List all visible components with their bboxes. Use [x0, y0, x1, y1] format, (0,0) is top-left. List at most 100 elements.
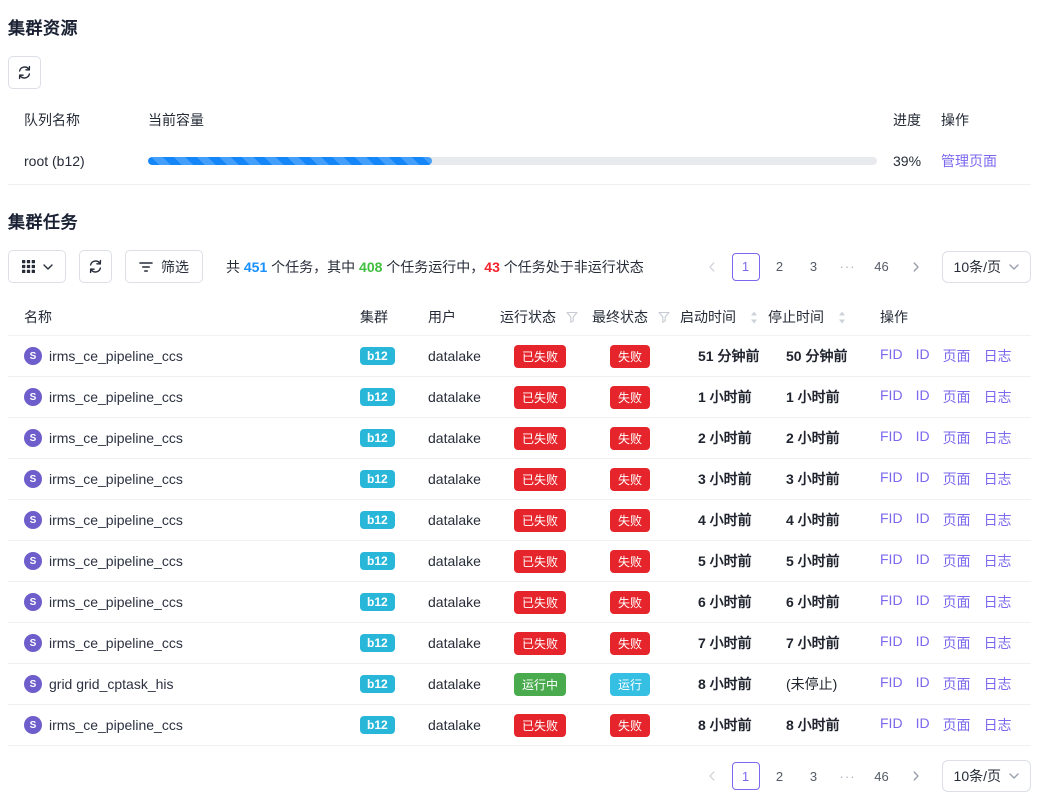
chevron-down-icon	[1009, 773, 1019, 779]
stop-time: 8 小时前	[768, 715, 880, 735]
action-link-id[interactable]: ID	[916, 428, 930, 448]
action-link-id[interactable]: ID	[916, 551, 930, 571]
pagination-next[interactable]	[902, 762, 930, 790]
task-user: datalake	[428, 635, 500, 651]
action-link-log[interactable]: 日志	[984, 469, 1012, 489]
final-status-filter-icon[interactable]	[658, 311, 670, 323]
action-link-page[interactable]: 页面	[943, 510, 971, 530]
start-time: 2 小时前	[680, 428, 768, 448]
resources-refresh-button[interactable]	[8, 56, 41, 89]
action-link-fid[interactable]: FID	[880, 551, 903, 571]
pagination-prev[interactable]	[698, 762, 726, 790]
action-link-page[interactable]: 页面	[943, 428, 971, 448]
pagination-prev[interactable]	[698, 253, 726, 281]
action-link-page[interactable]: 页面	[943, 551, 971, 571]
pagination-page-2[interactable]: 2	[766, 253, 794, 281]
action-link-fid[interactable]: FID	[880, 469, 903, 489]
action-link-page[interactable]: 页面	[943, 592, 971, 612]
task-row: Sirms_ce_pipeline_ccsb12datalake已失败失败1 小…	[8, 377, 1031, 418]
pagination-page-46[interactable]: 46	[868, 253, 896, 281]
action-link-log[interactable]: 日志	[984, 387, 1012, 407]
pagination-ellipsis[interactable]: ···	[834, 253, 862, 281]
pagination-next[interactable]	[902, 253, 930, 281]
task-row: Sirms_ce_pipeline_ccsb12datalake已失败失败7 小…	[8, 623, 1031, 664]
cluster-badge: b12	[360, 429, 395, 447]
action-link-fid[interactable]: FID	[880, 510, 903, 530]
pagination-page-1[interactable]: 1	[732, 762, 760, 790]
pagination-page-2[interactable]: 2	[766, 762, 794, 790]
action-link-page[interactable]: 页面	[943, 469, 971, 489]
run-status-badge: 已失败	[514, 427, 566, 450]
action-link-log[interactable]: 日志	[984, 633, 1012, 653]
run-status-filter-icon[interactable]	[566, 311, 578, 323]
stop-time: 5 小时前	[768, 551, 880, 571]
cluster-badge: b12	[360, 593, 395, 611]
action-link-id[interactable]: ID	[916, 592, 930, 612]
run-status-badge: 运行中	[514, 673, 566, 696]
run-status-badge: 已失败	[514, 714, 566, 737]
action-link-fid[interactable]: FID	[880, 428, 903, 448]
pagination-page-46[interactable]: 46	[868, 762, 896, 790]
action-link-log[interactable]: 日志	[984, 715, 1012, 735]
action-link-id[interactable]: ID	[916, 633, 930, 653]
chevron-left-icon	[707, 262, 717, 272]
action-link-fid[interactable]: FID	[880, 674, 903, 694]
action-link-id[interactable]: ID	[916, 674, 930, 694]
action-link-log[interactable]: 日志	[984, 551, 1012, 571]
filter-button-label: 筛选	[161, 257, 189, 277]
action-link-log[interactable]: 日志	[984, 510, 1012, 530]
action-link-fid[interactable]: FID	[880, 387, 903, 407]
task-name: irms_ce_pipeline_ccs	[49, 635, 183, 651]
action-link-page[interactable]: 页面	[943, 346, 971, 366]
action-link-fid[interactable]: FID	[880, 715, 903, 735]
task-avatar: S	[24, 429, 42, 447]
action-link-fid[interactable]: FID	[880, 592, 903, 612]
pagination-ellipsis[interactable]: ···	[834, 762, 862, 790]
manage-page-link[interactable]: 管理页面	[941, 153, 997, 169]
queue-name: root (b12)	[24, 153, 148, 169]
action-link-log[interactable]: 日志	[984, 674, 1012, 694]
cluster-badge: b12	[360, 470, 395, 488]
task-avatar: S	[24, 593, 42, 611]
start-time: 5 小时前	[680, 551, 768, 571]
action-link-log[interactable]: 日志	[984, 428, 1012, 448]
action-link-page[interactable]: 页面	[943, 633, 971, 653]
pagination-page-3[interactable]: 3	[800, 253, 828, 281]
stop-time: 3 小时前	[768, 469, 880, 489]
run-status-badge: 已失败	[514, 345, 566, 368]
stop-time: (未停止)	[768, 674, 880, 694]
pagination-page-1[interactable]: 1	[732, 253, 760, 281]
start-time-sort-icon[interactable]	[750, 311, 758, 324]
action-link-id[interactable]: ID	[916, 510, 930, 530]
page-size-select[interactable]: 10条/页	[942, 251, 1031, 283]
stop-time: 7 小时前	[768, 633, 880, 653]
action-link-id[interactable]: ID	[916, 387, 930, 407]
running-count: 408	[359, 259, 382, 275]
action-link-page[interactable]: 页面	[943, 674, 971, 694]
task-avatar: S	[24, 552, 42, 570]
final-status-badge: 运行	[610, 673, 650, 696]
action-link-fid[interactable]: FID	[880, 633, 903, 653]
action-link-page[interactable]: 页面	[943, 387, 971, 407]
columns-layout-button[interactable]	[8, 250, 66, 283]
action-link-page[interactable]: 页面	[943, 715, 971, 735]
filter-button[interactable]: 筛选	[125, 250, 203, 283]
run-status-badge: 已失败	[514, 632, 566, 655]
action-link-id[interactable]: ID	[916, 346, 930, 366]
action-link-log[interactable]: 日志	[984, 592, 1012, 612]
action-link-id[interactable]: ID	[916, 715, 930, 735]
tasks-table-header: 名称 集群 用户 运行状态 最终状态 启动时间 停止时间 操作	[8, 299, 1031, 336]
task-name: irms_ce_pipeline_ccs	[49, 553, 183, 569]
pagination-page-3[interactable]: 3	[800, 762, 828, 790]
task-name: grid grid_cptask_his	[49, 676, 174, 692]
capacity-progress-track	[148, 157, 877, 165]
stop-time-sort-icon[interactable]	[838, 311, 846, 324]
task-name: irms_ce_pipeline_ccs	[49, 430, 183, 446]
action-link-log[interactable]: 日志	[984, 346, 1012, 366]
page-size-select[interactable]: 10条/页	[942, 760, 1031, 792]
tasks-refresh-button[interactable]	[79, 250, 112, 283]
action-link-id[interactable]: ID	[916, 469, 930, 489]
action-link-fid[interactable]: FID	[880, 346, 903, 366]
run-status-badge: 已失败	[514, 550, 566, 573]
tasks-section-title: 集群任务	[8, 208, 1031, 233]
